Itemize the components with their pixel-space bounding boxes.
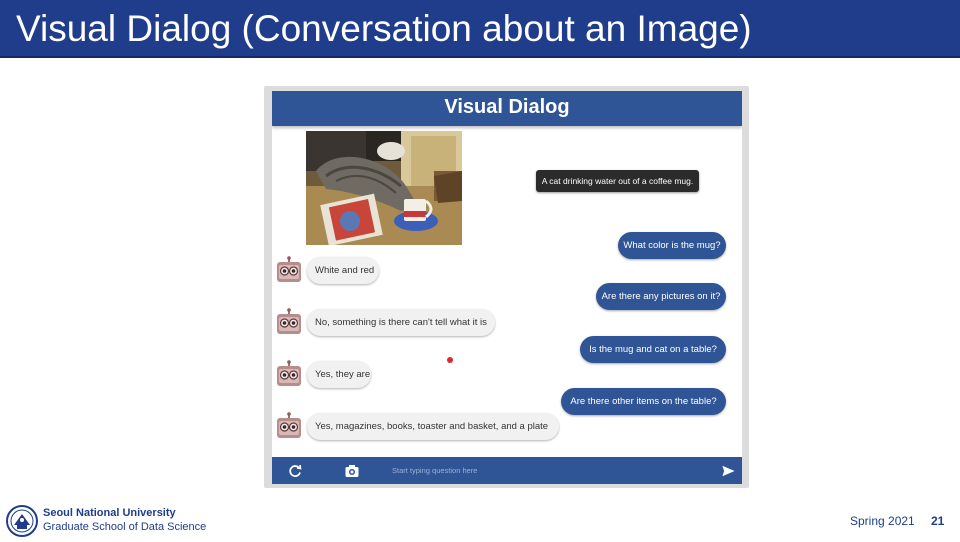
refresh-icon[interactable] xyxy=(287,463,303,479)
question-bubble: Are there other items on the table? xyxy=(561,388,726,415)
camera-icon[interactable] xyxy=(344,463,360,479)
question-input[interactable] xyxy=(392,463,692,478)
footer-school: Graduate School of Data Science xyxy=(43,521,207,533)
university-seal-icon xyxy=(6,505,38,537)
answer-bubble: No, something is there can't tell what i… xyxy=(307,309,495,336)
question-bubble: Is the mug and cat on a table? xyxy=(580,336,726,363)
question-composer xyxy=(272,457,742,484)
robot-avatar-icon xyxy=(275,412,303,440)
app-title: Visual Dialog xyxy=(444,96,570,118)
answer-bubble: Yes, magazines, books, toaster and baske… xyxy=(307,413,559,440)
question-bubble: What color is the mug? xyxy=(618,232,726,259)
robot-avatar-icon xyxy=(275,308,303,336)
send-icon[interactable] xyxy=(721,464,736,478)
slide-title: Visual Dialog (Conversation about an Ima… xyxy=(16,8,752,49)
slide-header: Visual Dialog (Conversation about an Ima… xyxy=(0,0,960,58)
robot-avatar-icon xyxy=(275,256,303,284)
answer-bubble: Yes, they are xyxy=(307,361,371,388)
dialog-image xyxy=(306,131,462,245)
image-caption: A cat drinking water out of a coffee mug… xyxy=(536,170,699,192)
answer-bubble: White and red xyxy=(307,257,379,284)
page-number: 21 xyxy=(931,514,945,528)
visual-dialog-app: Visual Dialog A cat drinking water out o… xyxy=(272,91,742,484)
app-header: Visual Dialog xyxy=(272,91,742,126)
pointer-dot xyxy=(447,357,453,363)
robot-avatar-icon xyxy=(275,360,303,388)
footer-university: Seoul National University xyxy=(43,507,176,519)
footer-term: Spring 2021 xyxy=(850,514,915,528)
question-bubble: Are there any pictures on it? xyxy=(596,283,726,310)
